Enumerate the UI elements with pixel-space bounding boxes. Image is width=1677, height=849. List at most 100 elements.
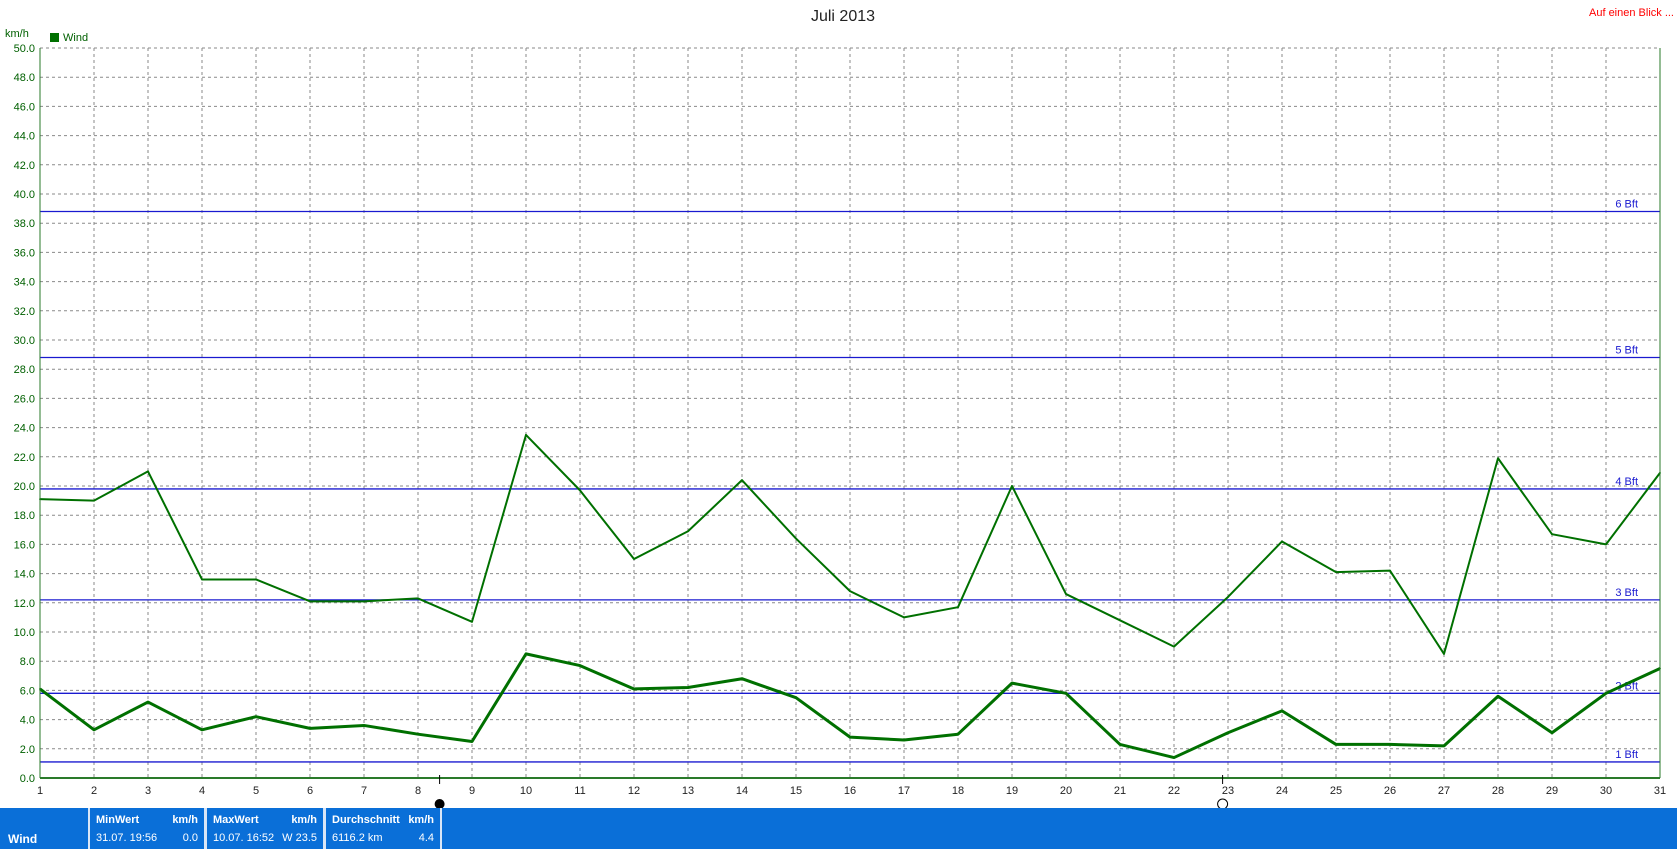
data-point-max bbox=[1389, 569, 1391, 572]
data-point-max bbox=[633, 558, 635, 560]
y-tick-label: 30.0 bbox=[14, 335, 35, 347]
x-tick-label: 13 bbox=[682, 785, 694, 797]
y-tick-label: 38.0 bbox=[14, 218, 35, 230]
data-point-avg bbox=[1119, 743, 1121, 746]
data-point-avg bbox=[1335, 743, 1337, 746]
legend-swatch bbox=[50, 33, 59, 42]
x-tick-label: 28 bbox=[1492, 785, 1504, 797]
data-point-max bbox=[1011, 485, 1013, 487]
y-tick-label: 28.0 bbox=[14, 364, 35, 376]
max-value: W 23.5 bbox=[282, 832, 317, 844]
data-point-max bbox=[1227, 596, 1229, 598]
data-point-avg bbox=[1497, 695, 1499, 698]
avg-header: Durchschnitt bbox=[332, 814, 400, 826]
min-value: 0.0 bbox=[182, 832, 198, 844]
stats-row-label: Wind bbox=[8, 832, 38, 846]
stats-min-cell: MinWert km/h 31.07. 19:56 0.0 bbox=[88, 808, 206, 849]
y-tick-label: 20.0 bbox=[14, 481, 35, 493]
data-point-max bbox=[849, 590, 851, 593]
data-point-avg bbox=[1443, 744, 1445, 747]
x-tick-label: 18 bbox=[952, 785, 964, 797]
stats-max-cell: MaxWert km/h 10.07. 16:52 W 23.5 bbox=[205, 808, 325, 849]
x-tick-label: 31 bbox=[1654, 785, 1666, 797]
data-point-avg bbox=[1065, 692, 1067, 695]
data-point-avg bbox=[93, 728, 95, 731]
x-tick-label: 8 bbox=[415, 785, 421, 797]
data-point-avg bbox=[1605, 692, 1607, 695]
data-point-avg bbox=[957, 733, 959, 736]
data-point-avg bbox=[525, 653, 527, 655]
y-tick-label: 10.0 bbox=[14, 627, 35, 639]
data-point-max bbox=[417, 597, 419, 600]
stats-bar: Wind MinWert km/h 31.07. 19:56 0.0 MaxWe… bbox=[0, 808, 1677, 849]
avg-when: 6116.2 km bbox=[332, 832, 383, 844]
grid bbox=[40, 47, 1660, 778]
data-point-avg bbox=[687, 686, 689, 689]
legend-label: Wind bbox=[63, 32, 88, 44]
data-point-max bbox=[579, 489, 581, 492]
y-tick-label: 16.0 bbox=[14, 539, 35, 551]
data-point-max bbox=[1173, 645, 1175, 648]
y-tick-label: 44.0 bbox=[14, 131, 35, 143]
overview-link[interactable]: Auf einen Blick ... bbox=[1589, 7, 1674, 19]
x-tick-label: 3 bbox=[145, 785, 151, 797]
x-tick-label: 11 bbox=[574, 785, 585, 797]
data-point-avg bbox=[1281, 709, 1283, 712]
x-tick-label: 17 bbox=[898, 785, 910, 797]
data-point-avg bbox=[417, 733, 419, 736]
x-tick-label: 21 bbox=[1114, 785, 1126, 797]
data-point-avg bbox=[579, 664, 581, 667]
data-point-avg bbox=[309, 727, 311, 730]
y-tick-label: 2.0 bbox=[20, 744, 35, 756]
x-tick-label: 19 bbox=[1006, 785, 1018, 797]
y-tick-label: 22.0 bbox=[14, 452, 35, 464]
y-tick-label: 36.0 bbox=[14, 247, 35, 259]
chart-title: Juli 2013 bbox=[811, 8, 875, 25]
x-tick-label: 4 bbox=[199, 785, 205, 797]
data-point-max bbox=[795, 537, 797, 540]
y-tick-label: 42.0 bbox=[14, 160, 35, 172]
y-tick-label: 46.0 bbox=[14, 101, 35, 113]
data-point-avg bbox=[849, 736, 851, 739]
y-tick-label: 8.0 bbox=[20, 656, 35, 668]
avg-unit: km/h bbox=[408, 814, 434, 826]
y-tick-label: 6.0 bbox=[20, 685, 35, 697]
data-point-max bbox=[741, 479, 743, 482]
x-tick-label: 14 bbox=[736, 785, 748, 797]
y-tick-label: 24.0 bbox=[14, 423, 35, 435]
x-tick-label: 23 bbox=[1222, 785, 1234, 797]
y-tick-label: 32.0 bbox=[14, 306, 35, 318]
data-point-max bbox=[147, 470, 149, 473]
data-point-avg bbox=[1011, 682, 1013, 684]
max-when: 10.07. 16:52 bbox=[213, 832, 275, 844]
min-when: 31.07. 19:56 bbox=[96, 832, 158, 844]
x-tick-label: 9 bbox=[469, 785, 475, 797]
y-tick-label: 48.0 bbox=[14, 72, 35, 84]
new-moon-icon bbox=[434, 799, 445, 808]
full-moon-icon bbox=[1217, 798, 1229, 808]
beaufort-label: 4 Bft bbox=[1615, 476, 1638, 488]
min-header: MinWert bbox=[96, 814, 140, 826]
x-tick-label: 16 bbox=[844, 785, 856, 797]
x-tick-label: 24 bbox=[1276, 785, 1288, 797]
x-tick-label: 2 bbox=[91, 785, 97, 797]
moon-markers bbox=[434, 775, 1229, 808]
wind-chart: Juli 2013 Auf einen Blick ... km/h Wind … bbox=[5, 7, 1674, 808]
data-point-avg bbox=[633, 688, 635, 690]
x-tick-label: 26 bbox=[1384, 785, 1396, 797]
max-unit: km/h bbox=[291, 814, 317, 826]
x-tick-label: 25 bbox=[1330, 785, 1342, 797]
data-point-max bbox=[93, 499, 95, 502]
y-axis-unit: km/h bbox=[5, 28, 29, 40]
x-tick-label: 12 bbox=[628, 785, 640, 797]
data-point-max bbox=[1335, 571, 1337, 574]
data-point-avg bbox=[255, 715, 257, 718]
series-line-avg bbox=[39, 652, 1661, 760]
data-point-max bbox=[255, 578, 257, 581]
axes: 0.0 2.0 4.0 6.0 8.0 10.0 12.0 14.0 16.0 18.0 20.0 2… bbox=[14, 43, 1667, 797]
y-tick-label: 34.0 bbox=[14, 277, 35, 289]
data-point-avg bbox=[1227, 731, 1229, 734]
data-point-max bbox=[1497, 457, 1499, 460]
x-tick-label: 1 bbox=[37, 785, 43, 797]
x-tick-label: 30 bbox=[1600, 785, 1612, 797]
